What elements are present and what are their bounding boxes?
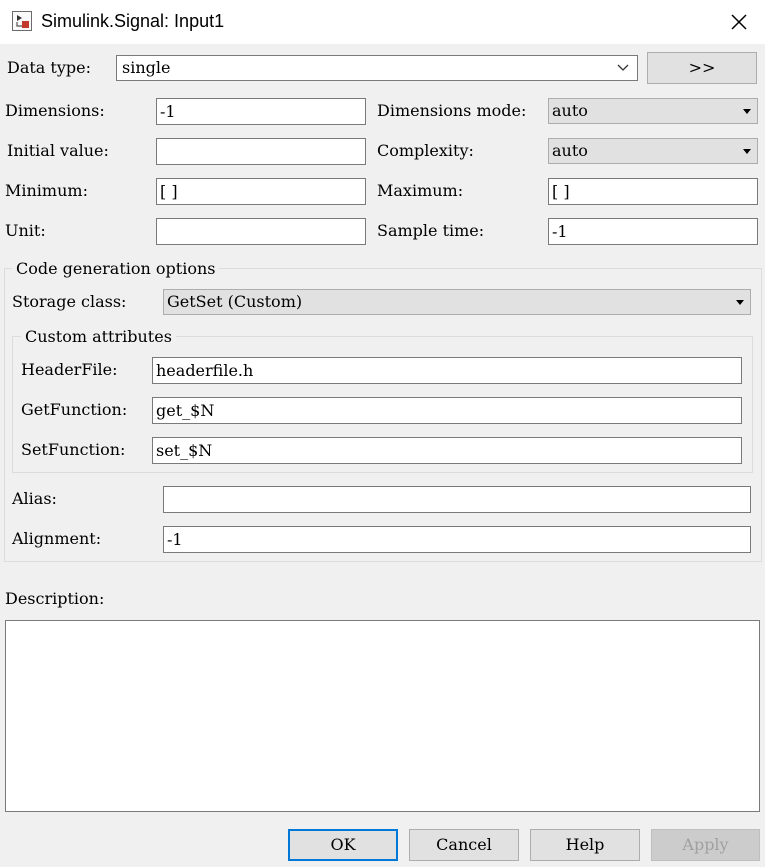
complexity-value: auto (552, 141, 588, 160)
dropdown-arrow-icon (743, 149, 751, 154)
close-icon (731, 14, 747, 30)
apply-button[interactable]: Apply (651, 829, 760, 861)
storage-class-dropdown[interactable]: GetSet (Custom) (163, 289, 751, 315)
minimum-input[interactable]: [ ] (156, 178, 366, 205)
ok-button[interactable]: OK (288, 829, 398, 861)
alignment-input[interactable]: -1 (163, 526, 751, 553)
alias-label: Alias: (12, 489, 57, 508)
unit-input[interactable] (156, 218, 366, 245)
dimensions-label: Dimensions: (5, 101, 105, 120)
chevron-down-icon (617, 64, 629, 71)
maximum-input[interactable]: [ ] (548, 178, 758, 205)
header-file-input[interactable]: headerfile.h (152, 357, 742, 384)
data-type-label: Data type: (7, 58, 91, 77)
code-generation-title: Code generation options (12, 259, 220, 279)
unit-label: Unit: (5, 221, 46, 240)
title-bar: Simulink.Signal: Input1 (0, 0, 765, 44)
get-function-label: GetFunction: (21, 400, 128, 419)
initial-value-label: Initial value: (7, 141, 109, 160)
alias-input[interactable] (163, 486, 751, 513)
dropdown-arrow-icon (736, 300, 744, 305)
header-file-label: HeaderFile: (21, 360, 118, 379)
custom-attributes-title: Custom attributes (21, 327, 176, 347)
help-button[interactable]: Help (530, 829, 640, 861)
cancel-button[interactable]: Cancel (409, 829, 519, 861)
description-label: Description: (5, 589, 105, 608)
complexity-label: Complexity: (377, 141, 474, 160)
get-function-input[interactable]: get_$N (152, 397, 742, 424)
sample-time-label: Sample time: (377, 221, 485, 240)
dropdown-arrow-icon (743, 109, 751, 114)
simulink-model-icon (12, 11, 32, 31)
window-title: Simulink.Signal: Input1 (41, 11, 225, 31)
storage-class-label: Storage class: (12, 292, 127, 311)
complexity-dropdown[interactable]: auto (548, 138, 758, 164)
initial-value-input[interactable] (156, 138, 366, 165)
data-type-value: single (122, 58, 171, 77)
close-button[interactable] (722, 6, 756, 38)
show-data-type-assistant-button[interactable]: >> (647, 52, 757, 84)
set-function-input[interactable]: set_$N (152, 437, 742, 464)
dimensions-input[interactable]: -1 (156, 98, 366, 125)
storage-class-value: GetSet (Custom) (167, 292, 303, 311)
description-textarea[interactable] (5, 620, 760, 812)
maximum-label: Maximum: (377, 181, 464, 200)
sample-time-input[interactable]: -1 (548, 218, 758, 245)
dimensions-mode-dropdown[interactable]: auto (548, 98, 758, 124)
dimensions-mode-value: auto (552, 101, 588, 120)
minimum-label: Minimum: (5, 181, 88, 200)
set-function-label: SetFunction: (21, 440, 126, 459)
dimensions-mode-label: Dimensions mode: (377, 101, 527, 120)
data-type-dropdown[interactable]: single (116, 55, 638, 81)
alignment-label: Alignment: (12, 529, 102, 548)
